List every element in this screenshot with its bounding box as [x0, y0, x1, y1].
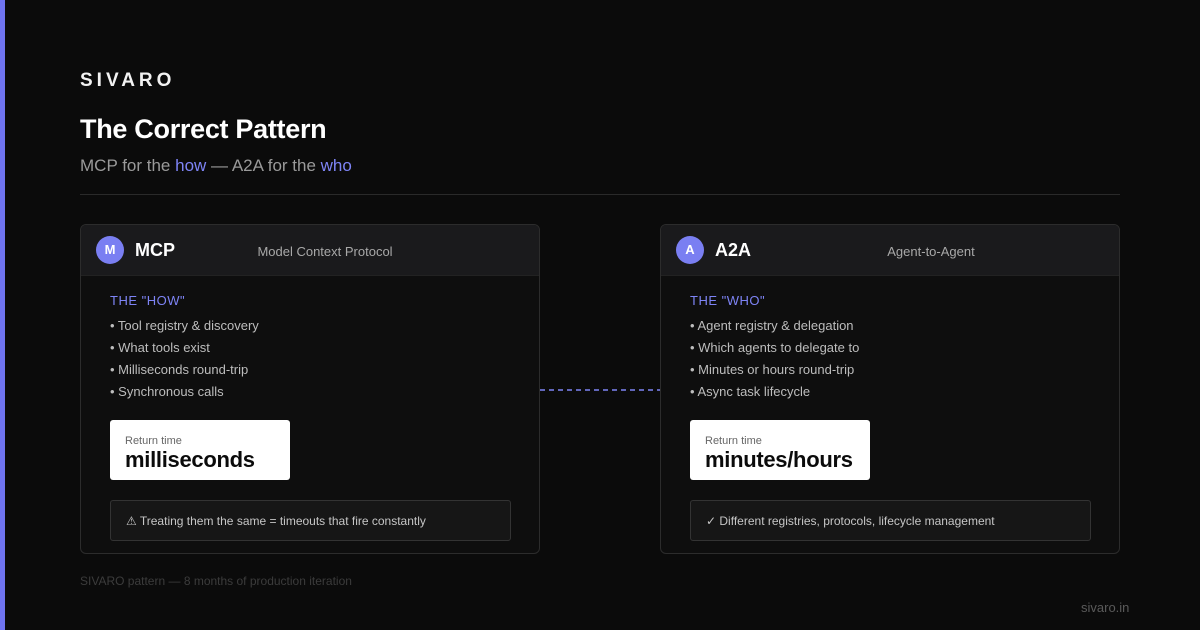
- a2a-badge: A: [676, 236, 704, 264]
- a2a-return-time-box: Return time minutes/hours: [690, 420, 870, 480]
- a2a-section-label: THE "WHO": [690, 293, 766, 308]
- page-subtitle: MCP for the how — A2A for the who: [80, 156, 352, 176]
- subtitle-middle: — A2A for the: [206, 156, 321, 175]
- a2a-check-note: ✓ Different registries, protocols, lifec…: [690, 500, 1091, 541]
- subtitle-who: who: [320, 156, 352, 175]
- site-url: sivaro.in: [1081, 600, 1130, 615]
- list-item: • What tools exist: [110, 340, 210, 355]
- accent-bar: [0, 0, 5, 630]
- dashed-arrow-connector: [540, 385, 670, 395]
- list-item: • Synchronous calls: [110, 384, 224, 399]
- mcp-badge: M: [96, 236, 124, 264]
- return-time-value: milliseconds: [125, 447, 255, 472]
- list-item: • Async task lifecycle: [690, 384, 811, 399]
- a2a-card-header: Agent-to-Agent A A2A: [661, 225, 1119, 276]
- page-title: The Correct Pattern: [80, 114, 327, 144]
- subtitle-how: how: [175, 156, 207, 175]
- brand-logo: SIVARO: [80, 70, 176, 91]
- mcp-card-title: MCP: [135, 240, 175, 260]
- a2a-card-title: A2A: [715, 240, 752, 260]
- list-item: • Agent registry & delegation: [690, 318, 854, 333]
- return-time-value: minutes/hours: [705, 447, 853, 472]
- subtitle-prefix: MCP for the: [80, 156, 176, 175]
- list-item: • Minutes or hours round-trip: [690, 362, 855, 377]
- a2a-card: Agent-to-Agent A A2A THE "WHO" • Agent r…: [660, 224, 1120, 554]
- mcp-card: Model Context Protocol M MCP THE "HOW" •…: [80, 224, 540, 554]
- header-divider: [80, 194, 1120, 195]
- a2a-bullet-list: • Agent registry & delegation • Which ag…: [690, 317, 859, 405]
- return-time-label: Return time: [125, 435, 182, 447]
- mcp-bullet-list: • Tool registry & discovery • What tools…: [110, 317, 259, 405]
- list-item: • Milliseconds round-trip: [110, 362, 249, 377]
- list-item: • Tool registry & discovery: [110, 318, 259, 333]
- mcp-warning-note: ⚠ Treating them the same = timeouts that…: [110, 500, 511, 541]
- mcp-card-header: Model Context Protocol M MCP: [81, 225, 539, 276]
- mcp-return-time-box: Return time milliseconds: [110, 420, 290, 480]
- footer-note: SIVARO pattern — 8 months of production …: [80, 574, 352, 588]
- return-time-label: Return time: [705, 435, 762, 447]
- mcp-section-label: THE "HOW": [110, 293, 186, 308]
- list-item: • Which agents to delegate to: [690, 340, 860, 355]
